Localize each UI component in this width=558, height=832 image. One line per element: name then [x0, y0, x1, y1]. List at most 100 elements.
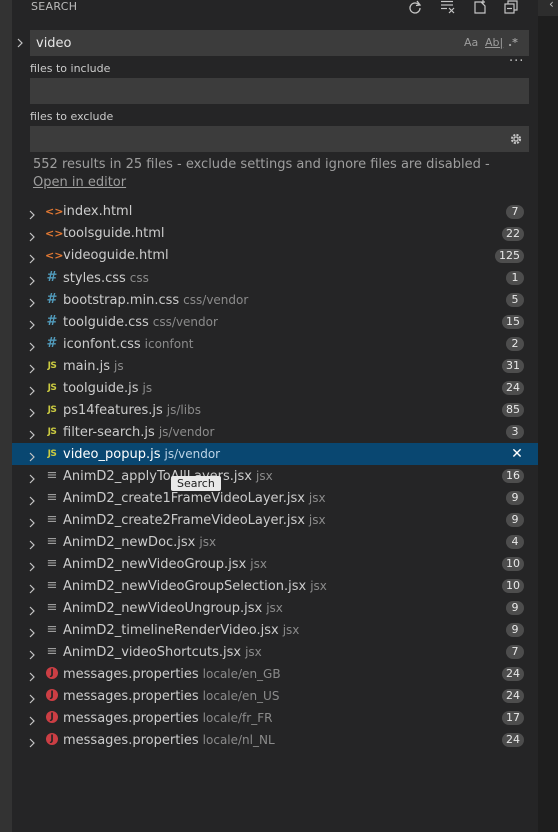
file-result-row[interactable]: ≡ AnimD2_newVideoUngroup.jsx jsx 9: [12, 597, 538, 619]
file-path: jsx: [250, 557, 267, 571]
file-name: toolguide.css css/vendor: [63, 314, 218, 331]
file-name-text: AnimD2_newVideoUngroup.jsx: [63, 601, 263, 616]
file-result-row[interactable]: JS ps14features.js js/libs 85: [12, 399, 538, 421]
file-name-text: messages.properties: [63, 733, 199, 748]
editor-tab-edge[interactable]: ‹: [538, 0, 558, 16]
match-count-badge: 22: [502, 227, 524, 241]
file-result-row[interactable]: JS main.js js 31: [12, 355, 538, 377]
match-count-badge: 1: [506, 271, 524, 285]
chevron-right-icon[interactable]: [28, 668, 36, 682]
toggle-search-details-icon[interactable]: ···: [509, 55, 524, 68]
match-count-badge: 24: [502, 733, 524, 747]
match-count-badge: 3: [506, 425, 524, 439]
chevron-right-icon[interactable]: [28, 514, 36, 528]
results-summary-text: 552 results in 25 files - exclude settin…: [33, 157, 490, 172]
file-result-row[interactable]: ≡ AnimD2_create2FrameVideoLayer.jsx jsx 9: [12, 509, 538, 531]
file-result-row[interactable]: ≡ AnimD2_timelineRenderVideo.jsx jsx 9: [12, 619, 538, 641]
files-to-exclude-input[interactable]: [30, 126, 529, 152]
js-file-icon: JS: [47, 361, 57, 371]
chevron-right-icon[interactable]: [28, 558, 36, 572]
whole-word-icon[interactable]: Ab|: [485, 36, 503, 50]
file-name-text: main.js: [63, 359, 110, 374]
files-to-include-input[interactable]: [30, 78, 529, 104]
dismiss-close-icon[interactable]: ✕: [510, 446, 524, 462]
chevron-right-icon[interactable]: [28, 536, 36, 550]
open-in-editor-link[interactable]: Open in editor: [33, 175, 126, 190]
file-result-row[interactable]: Jmessages.properties locale/fr_FR 17: [12, 707, 538, 729]
chevron-right-icon[interactable]: [28, 426, 36, 440]
match-count-badge: 5: [506, 293, 524, 307]
file-result-row[interactable]: # iconfont.css iconfont 2: [12, 333, 538, 355]
file-name: index.html: [63, 204, 132, 220]
chevron-right-icon[interactable]: [28, 646, 36, 660]
collapse-all-icon[interactable]: [504, 0, 520, 14]
file-result-row[interactable]: # toolguide.css css/vendor 15: [12, 311, 538, 333]
chevron-right-icon[interactable]: [28, 338, 36, 352]
file-name: main.js js: [63, 358, 124, 375]
chevron-right-icon[interactable]: [28, 294, 36, 308]
chevron-right-icon[interactable]: [28, 448, 36, 462]
file-result-row[interactable]: Jmessages.properties locale/nl_NL 24: [12, 729, 538, 751]
search-input[interactable]: video Aa Ab| .*: [30, 30, 529, 56]
chevron-right-icon[interactable]: [28, 602, 36, 616]
jsx-file-icon: ≡: [46, 534, 58, 549]
file-path: js/vendor: [158, 425, 215, 439]
file-name-text: index.html: [63, 204, 133, 219]
clear-results-icon[interactable]: [440, 0, 456, 14]
file-path: css: [129, 271, 149, 285]
chevron-right-icon[interactable]: [28, 690, 36, 704]
file-result-row[interactable]: ≡ AnimD2_videoShortcuts.jsx jsx 7: [12, 641, 538, 663]
chevron-right-icon[interactable]: [28, 360, 36, 374]
js-file-icon: JS: [47, 383, 57, 393]
file-result-row[interactable]: ≡ AnimD2_newDoc.jsx jsx 4: [12, 531, 538, 553]
chevron-right-icon[interactable]: [28, 272, 36, 286]
file-result-row[interactable]: Jmessages.properties locale/en_US 24: [12, 685, 538, 707]
chevron-right-icon[interactable]: [28, 470, 36, 484]
chevron-right-icon[interactable]: [28, 712, 36, 726]
file-result-row[interactable]: <> videoguide.html 125: [12, 245, 538, 267]
file-result-row[interactable]: ≡ AnimD2_applyToAllLayers.jsx jsx 16: [12, 465, 538, 487]
file-name-text: toolsguide.html: [63, 226, 165, 241]
file-result-row[interactable]: ≡ AnimD2_create1FrameVideoLayer.jsx jsx 9: [12, 487, 538, 509]
css-file-icon: #: [46, 314, 58, 329]
css-file-icon: #: [46, 270, 58, 285]
new-search-editor-icon[interactable]: [473, 0, 489, 14]
refresh-icon[interactable]: [408, 0, 424, 14]
file-result-row[interactable]: <> toolsguide.html 22: [12, 223, 538, 245]
file-result-row[interactable]: ≡ AnimD2_newVideoGroupSelection.jsx jsx 10: [12, 575, 538, 597]
file-path: locale/en_US: [202, 689, 280, 703]
search-panel: SEARCH video Aa Ab| .* ··· files to incl…: [12, 0, 538, 832]
file-result-row[interactable]: <> index.html 7: [12, 201, 538, 223]
match-count-badge: 24: [502, 381, 524, 395]
match-count-badge: 9: [506, 513, 524, 527]
jsx-file-icon: ≡: [46, 556, 58, 571]
file-result-row[interactable]: ≡ AnimD2_newVideoGroup.jsx jsx 10: [12, 553, 538, 575]
file-result-row[interactable]: Jmessages.properties locale/en_GB 24: [12, 663, 538, 685]
chevron-right-icon[interactable]: [28, 382, 36, 396]
chevron-right-icon[interactable]: [28, 404, 36, 418]
activity-bar: [0, 0, 12, 832]
toggle-replace-chevron-icon[interactable]: [16, 34, 26, 50]
file-result-row[interactable]: JS toolguide.js js 24: [12, 377, 538, 399]
file-result-row[interactable]: # bootstrap.min.css css/vendor 5: [12, 289, 538, 311]
file-result-row[interactable]: JS video_popup.js js/vendor ✕: [12, 443, 538, 465]
chevron-right-icon[interactable]: [28, 316, 36, 330]
chevron-right-icon[interactable]: [28, 492, 36, 506]
file-path: jsx: [282, 623, 300, 637]
chevron-right-icon[interactable]: [28, 734, 36, 748]
regex-icon[interactable]: .*: [508, 36, 518, 50]
match-case-icon[interactable]: Aa: [464, 36, 478, 50]
file-name: bootstrap.min.css css/vendor: [63, 292, 248, 309]
chevron-right-icon[interactable]: [28, 580, 36, 594]
chevron-right-icon[interactable]: [28, 228, 36, 242]
file-name: iconfont.css iconfont: [63, 336, 193, 353]
chevron-right-icon[interactable]: [28, 206, 36, 220]
file-name-text: iconfont.css: [63, 337, 141, 352]
match-count-badge: 2: [506, 337, 524, 351]
chevron-right-icon[interactable]: [28, 250, 36, 264]
file-result-row[interactable]: # styles.css css 1: [12, 267, 538, 289]
chevron-right-icon[interactable]: [28, 624, 36, 638]
file-path: locale/fr_FR: [202, 711, 273, 725]
file-result-row[interactable]: JS filter-search.js js/vendor 3: [12, 421, 538, 443]
gear-icon[interactable]: [509, 131, 525, 147]
